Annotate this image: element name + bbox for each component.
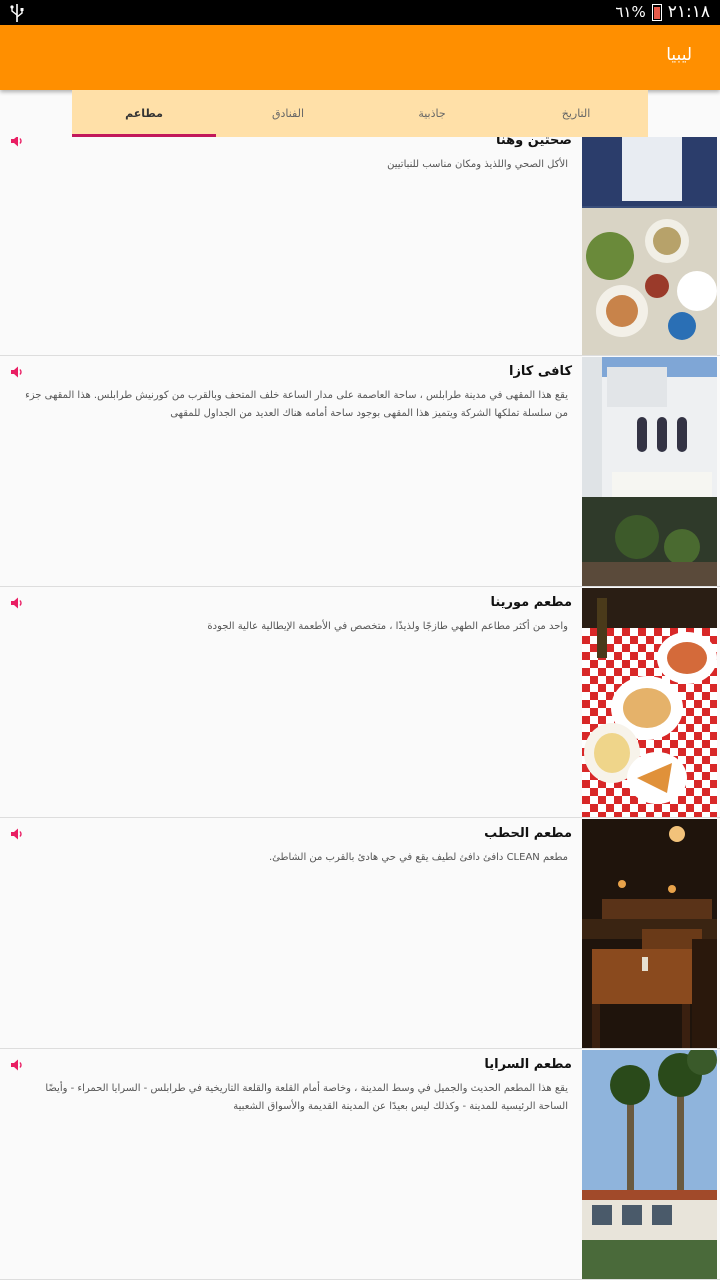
battery-icon: [651, 3, 662, 21]
battery-percent: ٦١%: [615, 3, 646, 21]
tab-restaurants[interactable]: مطاعم: [72, 90, 216, 137]
speaker-icon[interactable]: [10, 596, 24, 610]
tab-attractions[interactable]: جاذبية: [360, 90, 504, 137]
tab-bar: التاريخ جاذبية الفنادق مطاعم: [72, 90, 648, 137]
item-text: مطعم الحطب مطعم CLEAN دافئ دافئ لطيف يقع…: [14, 825, 572, 867]
item-text: صحتين وهنا الأكل الصحي واللذيذ ومكان منا…: [14, 137, 572, 174]
speaker-icon[interactable]: [10, 137, 24, 148]
tab-hotels[interactable]: الفنادق: [216, 90, 360, 137]
restaurant-image: [582, 357, 717, 586]
item-text: مطعم مورينا واحد من أكثر مطاعم الطهي طاز…: [14, 594, 572, 636]
list-item[interactable]: مطعم السرايا يقع هذا المطعم الحديث والجم…: [0, 1050, 720, 1280]
restaurant-name: مطعم الحطب: [484, 826, 572, 841]
page-title: ليبيا: [666, 45, 692, 65]
app-bar: ليبيا: [0, 25, 720, 90]
restaurant-list[interactable]: صحتين وهنا الأكل الصحي واللذيذ ومكان منا…: [0, 137, 720, 1280]
speaker-icon[interactable]: [10, 827, 24, 841]
restaurant-image: [582, 1050, 717, 1279]
speaker-icon[interactable]: [10, 365, 24, 379]
restaurant-image: [582, 588, 717, 817]
restaurant-name: مطعم السرايا: [484, 1057, 572, 1072]
restaurant-name: مطعم مورينا: [490, 595, 572, 610]
status-bar: ٦١% ٢١:١٨: [0, 0, 720, 25]
restaurant-image: [582, 819, 717, 1048]
tab-history[interactable]: التاريخ: [504, 90, 648, 137]
item-text: كافى كازا يقع هذا المقهى في مدينة طرابلس…: [14, 363, 572, 423]
list-item[interactable]: مطعم الحطب مطعم CLEAN دافئ دافئ لطيف يقع…: [0, 819, 720, 1049]
clock: ٢١:١٨: [667, 2, 710, 22]
speaker-icon[interactable]: [10, 1058, 24, 1072]
restaurant-name: صحتين وهنا: [495, 137, 572, 148]
restaurant-description: يقع هذا المطعم الحديث والجميل في وسط الم…: [45, 1083, 568, 1112]
list-item[interactable]: صحتين وهنا الأكل الصحي واللذيذ ومكان منا…: [0, 137, 720, 356]
list-item[interactable]: كافى كازا يقع هذا المقهى في مدينة طرابلس…: [0, 357, 720, 587]
item-text: مطعم السرايا يقع هذا المطعم الحديث والجم…: [14, 1056, 572, 1116]
restaurant-description: واحد من أكثر مطاعم الطهي طازجًا ولذيذًا …: [207, 621, 568, 632]
usb-icon: [10, 4, 24, 22]
restaurant-description: مطعم CLEAN دافئ دافئ لطيف يقع في حي هادئ…: [268, 852, 568, 863]
list-item[interactable]: مطعم مورينا واحد من أكثر مطاعم الطهي طاز…: [0, 588, 720, 818]
restaurant-description: الأكل الصحي واللذيذ ومكان مناسب للنباتيي…: [387, 159, 568, 170]
restaurant-name: كافى كازا: [508, 364, 572, 379]
restaurant-description: يقع هذا المقهى في مدينة طرابلس ، ساحة ال…: [25, 390, 568, 419]
restaurant-image: [582, 137, 717, 355]
